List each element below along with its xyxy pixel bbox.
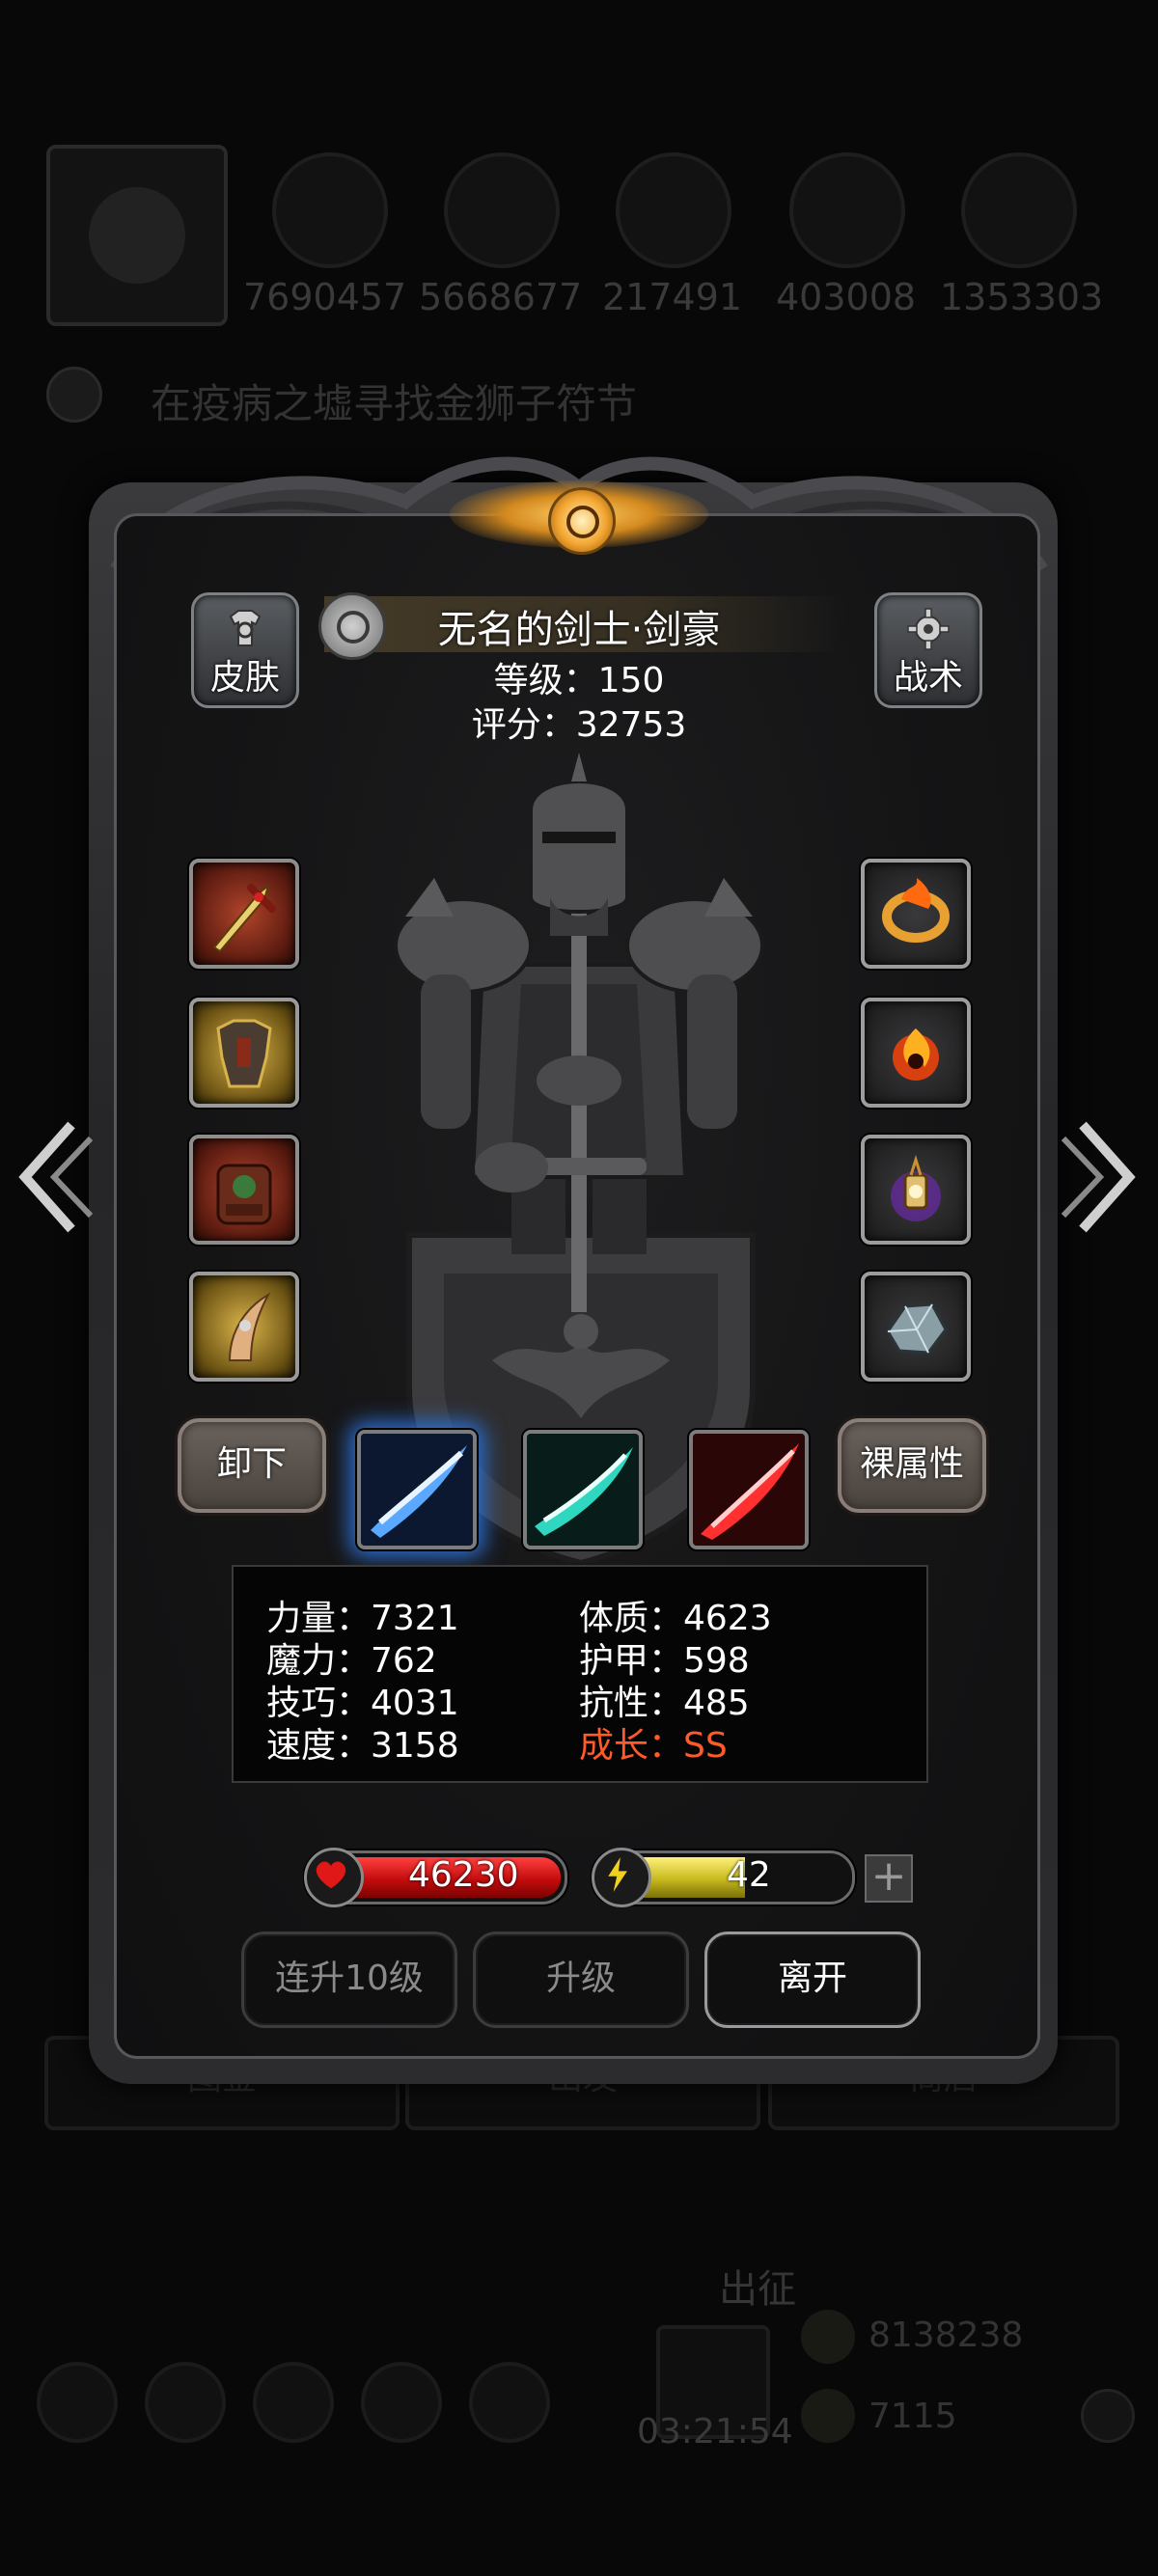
background-resource-value: 403008 [776,276,917,318]
background-coin-icon [801,2310,855,2364]
claw-icon [228,1292,271,1361]
background-menu-icon [253,2362,334,2443]
tactics-button[interactable]: 战术 [874,592,982,708]
equip-slot-ring[interactable] [861,859,971,969]
background-gem-icon [801,2389,855,2443]
stat-growth: 成长：SS [579,1726,728,1766]
chest-armor-icon [216,1019,272,1088]
leave-button[interactable]: 离开 [704,1932,921,2028]
blue-slash-icon [361,1434,473,1546]
hero-name: 无名的剑士·剑豪 [437,608,721,652]
heart-icon [304,1848,364,1907]
next-hero-chevron-icon[interactable] [1062,1119,1139,1235]
crest-emblem-icon [548,487,616,555]
background-avatar [46,145,228,326]
equip-slot-accessory[interactable] [189,1272,299,1382]
background-menu-icon [37,2362,118,2443]
teal-slash-icon [527,1434,639,1546]
leave-label: 离开 [777,1959,847,1998]
equip-slot-lantern[interactable] [861,1135,971,1245]
stats-panel: 力量：7321 魔力：762 技巧：4031 速度：3158 体质：4623 护… [232,1565,928,1783]
hp-bar: 46230 [304,1848,567,1907]
previous-hero-chevron-icon[interactable] [15,1119,93,1235]
fire-ring-icon [882,878,950,943]
equip-slot-armor[interactable] [189,998,299,1108]
background-timer: 03:21:54 [637,2412,793,2452]
sword-icon [212,883,276,953]
background-resource-value: 217491 [602,276,743,318]
background-menu-icon [469,2362,550,2443]
background-resource-icon [444,152,560,268]
energy-value: 42 [727,1855,771,1895]
equip-slot-orb[interactable] [861,998,971,1108]
level-up-10-label: 连升10级 [275,1959,424,1998]
add-energy-button[interactable]: + [865,1854,913,1903]
hero-level: 等级：150 [493,661,665,700]
level-up-button[interactable]: 升级 [473,1932,689,2028]
base-stats-button-label: 裸属性 [859,1444,964,1484]
unequip-button[interactable]: 卸下 [178,1418,326,1513]
energy-bar: 42 [592,1848,855,1907]
background-menu-icon [361,2362,442,2443]
stat-speed: 速度：3158 [266,1726,459,1766]
background-resource-value: 5668677 [419,276,583,318]
level-up-10-button[interactable]: 连升10级 [241,1932,457,2028]
skill-slot-1[interactable] [357,1430,477,1549]
background-resource-value: 1353303 [940,276,1104,318]
background-menu-icon [145,2362,226,2443]
tactics-button-label: 战术 [893,658,963,698]
equip-slot-weapon[interactable] [189,859,299,969]
background-resource-icon [272,152,388,268]
background-coin-value: 8138238 [868,2316,1024,2355]
equip-slot-bag[interactable] [189,1135,299,1245]
unequip-button-label: 卸下 [216,1444,287,1484]
hero-class-badge-icon [318,592,386,660]
background-resource-icon [616,152,731,268]
hero-score: 评分：32753 [471,705,687,745]
base-stats-button[interactable]: 裸属性 [838,1418,986,1513]
background-resource-icon [789,152,905,268]
skill-slot-3[interactable] [689,1430,809,1549]
background-go-label: 出征 [719,2267,796,2312]
gear-icon [907,608,950,650]
crystal-ore-icon [886,1302,948,1355]
level-up-label: 升级 [545,1959,616,1998]
skill-slot-2[interactable] [523,1430,643,1549]
background-gem-value: 7115 [868,2397,957,2436]
shirt-refresh-icon [229,610,262,646]
skin-button[interactable]: 皮肤 [191,592,299,708]
background-resource-value: 7690457 [243,276,407,318]
skin-button-label: 皮肤 [209,658,280,698]
backpack-icon [216,1164,272,1225]
red-slash-icon [693,1434,805,1546]
equip-slot-gem[interactable] [861,1272,971,1382]
background-plus-icon [1081,2389,1135,2443]
fire-orb-icon [893,1028,939,1081]
background-resource-icon [961,152,1077,268]
lantern-icon [891,1154,941,1221]
lightning-icon [592,1848,651,1907]
hp-value: 46230 [408,1855,519,1895]
